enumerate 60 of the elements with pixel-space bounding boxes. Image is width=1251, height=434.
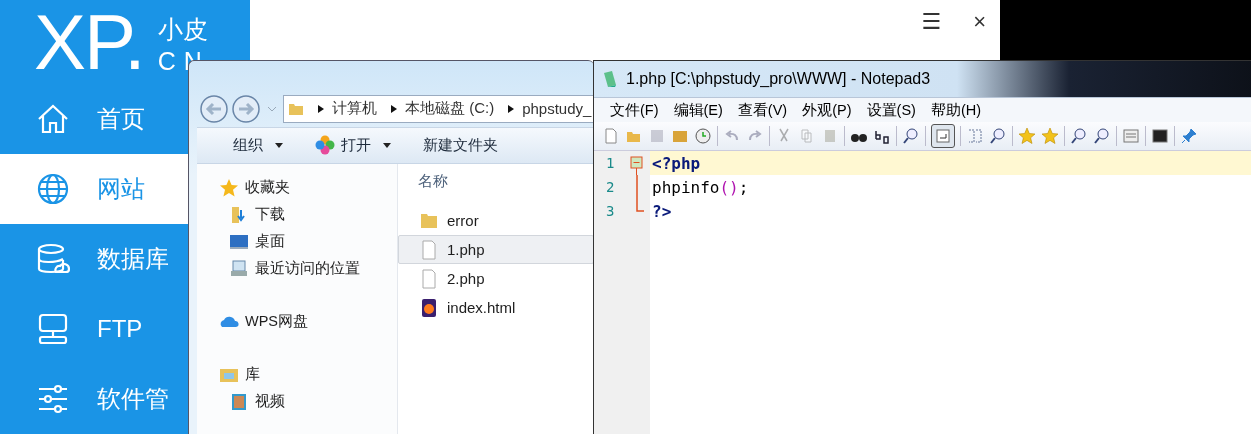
line-number: 1 [605, 155, 616, 171]
logo-text: XP. [34, 2, 144, 82]
star-icon [219, 177, 239, 198]
chevron-icon [391, 104, 397, 113]
tree-item[interactable]: 视频 [197, 388, 397, 415]
clover-icon [315, 135, 335, 156]
wrap-icon[interactable] [931, 124, 955, 148]
file-icon [419, 268, 439, 289]
database-icon [36, 241, 70, 276]
line-number: 3 [605, 203, 616, 219]
tree-item[interactable]: 最近访问的位置 [197, 255, 397, 282]
list-icon[interactable] [1122, 127, 1140, 145]
file-item[interactable]: 1.php [398, 235, 594, 264]
line-number: 2 [605, 179, 616, 195]
toolbar-button[interactable]: 打开 [309, 131, 397, 160]
close-button[interactable]: × [973, 8, 986, 36]
toolbar-button[interactable]: 组织 [227, 131, 289, 159]
star-icon[interactable] [1018, 127, 1036, 145]
caret-icon [383, 142, 391, 148]
tree-item[interactable]: 下载 [197, 201, 397, 228]
menu-item[interactable]: 帮助(H) [922, 100, 989, 120]
caret-icon [275, 142, 283, 148]
dropdown-icon[interactable] [267, 105, 277, 112]
window-title: 1.php [C:\phpstudy_pro\WWW] - Notepad3 [626, 70, 931, 88]
pin-icon[interactable] [1180, 127, 1198, 145]
file-item[interactable]: index.html [398, 293, 594, 322]
breadcrumb-item[interactable]: phpstudy_ [522, 100, 592, 118]
monitor-icon [36, 311, 70, 346]
chevron-icon [508, 104, 515, 113]
breadcrumb-item[interactable]: 计算机 [332, 99, 377, 119]
toolbar-button[interactable]: 新建文件夹 [417, 131, 504, 159]
column-header[interactable]: 名称 [418, 172, 448, 189]
globe-icon [36, 171, 70, 206]
menu-item[interactable]: 编辑(E) [665, 100, 730, 120]
firefox-file-icon [419, 297, 439, 318]
logo-subtitle: 小皮 [157, 14, 209, 44]
code-line: ?> [651, 201, 672, 221]
menu-button[interactable]: ☰ [921, 8, 942, 36]
code-line: phpinfo(); [651, 177, 749, 197]
file-icon [419, 239, 439, 260]
code-line: <?php [651, 153, 701, 173]
forward-button[interactable] [231, 93, 261, 124]
tree-item[interactable]: 收藏夹 [197, 174, 397, 201]
breadcrumb-item[interactable]: 本地磁盘 (C:) [405, 99, 495, 119]
menu-item[interactable]: 设置(S) [858, 100, 923, 120]
chevron-icon [318, 104, 324, 113]
tree-item[interactable]: 库 [197, 361, 397, 388]
file-item[interactable]: error [398, 206, 594, 235]
tree-item[interactable]: 桌面 [197, 228, 397, 255]
preview-icon[interactable] [902, 127, 920, 145]
file-item[interactable]: 2.php [398, 264, 594, 293]
menu-item[interactable]: 查看(V) [729, 100, 795, 120]
back-button[interactable] [199, 93, 229, 124]
tree-item[interactable]: WPS网盘 [197, 308, 397, 335]
menu-item[interactable]: 外观(P) [794, 100, 859, 120]
notepad-icon [602, 70, 618, 88]
address-bar[interactable]: 计算机 本地磁盘 (C:) phpstudy_ [283, 94, 594, 123]
new-icon[interactable] [602, 127, 620, 145]
menu-item[interactable]: 文件(F) [602, 100, 666, 120]
terminal-icon[interactable] [1151, 127, 1169, 145]
